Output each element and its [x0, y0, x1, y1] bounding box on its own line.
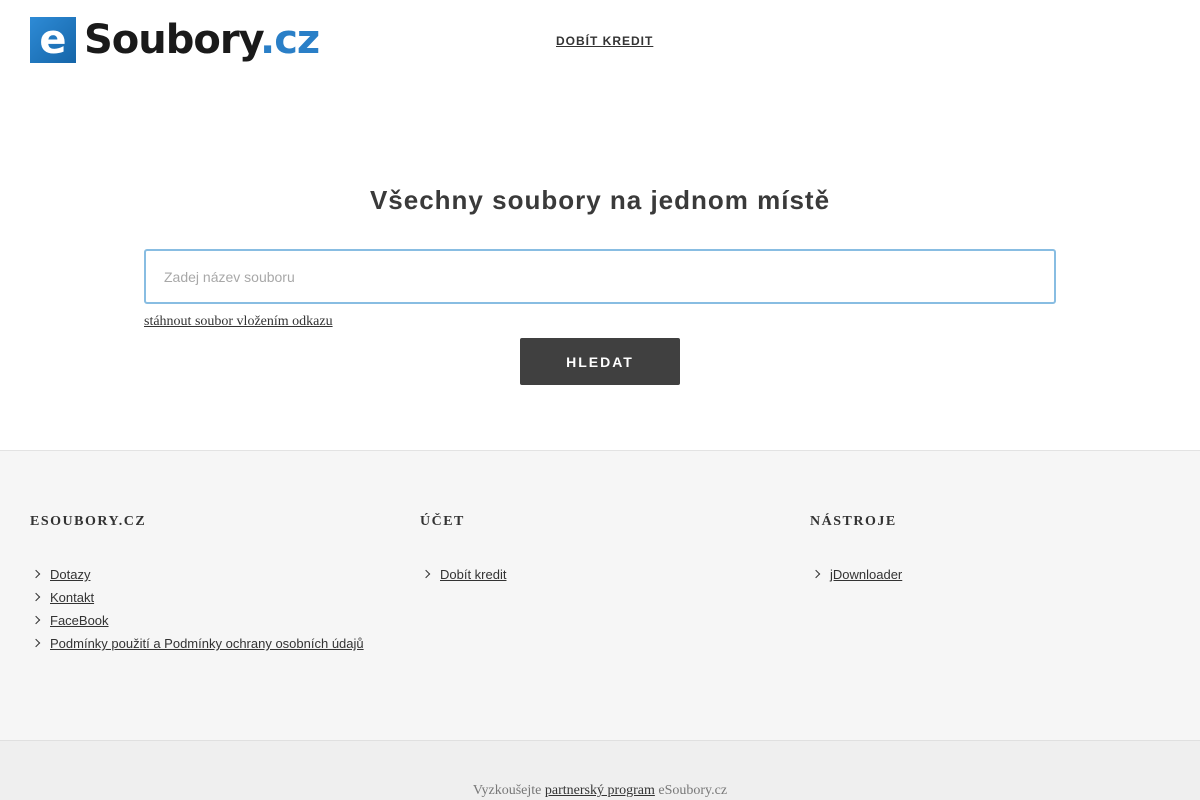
footer-list-item: Kontakt [30, 589, 364, 612]
partner-promo: Vyzkoušejte partnerský program eSoubory.… [0, 783, 1200, 799]
chevron-right-icon [31, 592, 41, 602]
chevron-right-icon [31, 615, 41, 625]
footer-links-section: ESOUBORY.CZ Dotazy Kontakt FaceBook Podm… [0, 450, 1200, 740]
footer-heading: ÚČET [420, 514, 465, 529]
footer-heading: ESOUBORY.CZ [30, 514, 147, 529]
site-logo[interactable]: e Soubory.cz [30, 17, 320, 63]
footer-column-tools: NÁSTROJE jDownloader [810, 514, 902, 589]
logo-wordmark: Soubory.cz [84, 17, 320, 63]
footer-link-terms[interactable]: Podmínky použití a Podmínky ochrany osob… [50, 636, 364, 651]
bottom-bar: Vyzkoušejte partnerský program eSoubory.… [0, 740, 1200, 800]
page-title: Všechny soubory na jednom místě [369, 185, 831, 215]
partner-prefix: Vyzkoušejte [472, 783, 542, 798]
footer-list-item: jDownloader [810, 566, 902, 589]
footer-list-item: FaceBook [30, 612, 364, 635]
logo-e-mark: e [30, 17, 76, 63]
footer-list-item: Dotazy [30, 566, 364, 589]
footer-list-item: Podmínky použití a Podmínky ochrany osob… [30, 635, 364, 658]
search-input[interactable] [144, 249, 1056, 304]
nav-topup-credit-link[interactable]: DOBÍT KREDIT [556, 34, 653, 48]
footer-link-facebook[interactable]: FaceBook [50, 613, 109, 628]
search-section: Všechny soubory na jednom místě stáhnout… [0, 110, 1200, 450]
footer-link-dotazy[interactable]: Dotazy [50, 567, 90, 582]
footer-link-jdownloader[interactable]: jDownloader [830, 567, 902, 582]
logo-tld: .cz [260, 17, 320, 63]
footer-link-kontakt[interactable]: Kontakt [50, 590, 94, 605]
partner-suffix: eSoubory.cz [658, 783, 728, 798]
footer-list-item: Dobít kredit [420, 566, 506, 589]
partner-program-link[interactable]: partnerský program [545, 783, 655, 798]
chevron-right-icon [421, 569, 431, 579]
chevron-right-icon [31, 569, 41, 579]
footer-column-account: ÚČET Dobít kredit [420, 514, 506, 589]
footer-column-esoubory: ESOUBORY.CZ Dotazy Kontakt FaceBook Podm… [30, 514, 364, 658]
search-button[interactable]: HLEDAT [520, 338, 680, 385]
site-header: e Soubory.cz DOBÍT KREDIT [0, 0, 1200, 110]
footer-link-topup-credit[interactable]: Dobít kredit [440, 567, 506, 582]
chevron-right-icon [811, 569, 821, 579]
download-by-link[interactable]: stáhnout soubor vložením odkazu [144, 314, 333, 330]
chevron-right-icon [31, 638, 41, 648]
logo-name: Soubory [84, 17, 261, 63]
footer-heading: NÁSTROJE [810, 514, 897, 529]
